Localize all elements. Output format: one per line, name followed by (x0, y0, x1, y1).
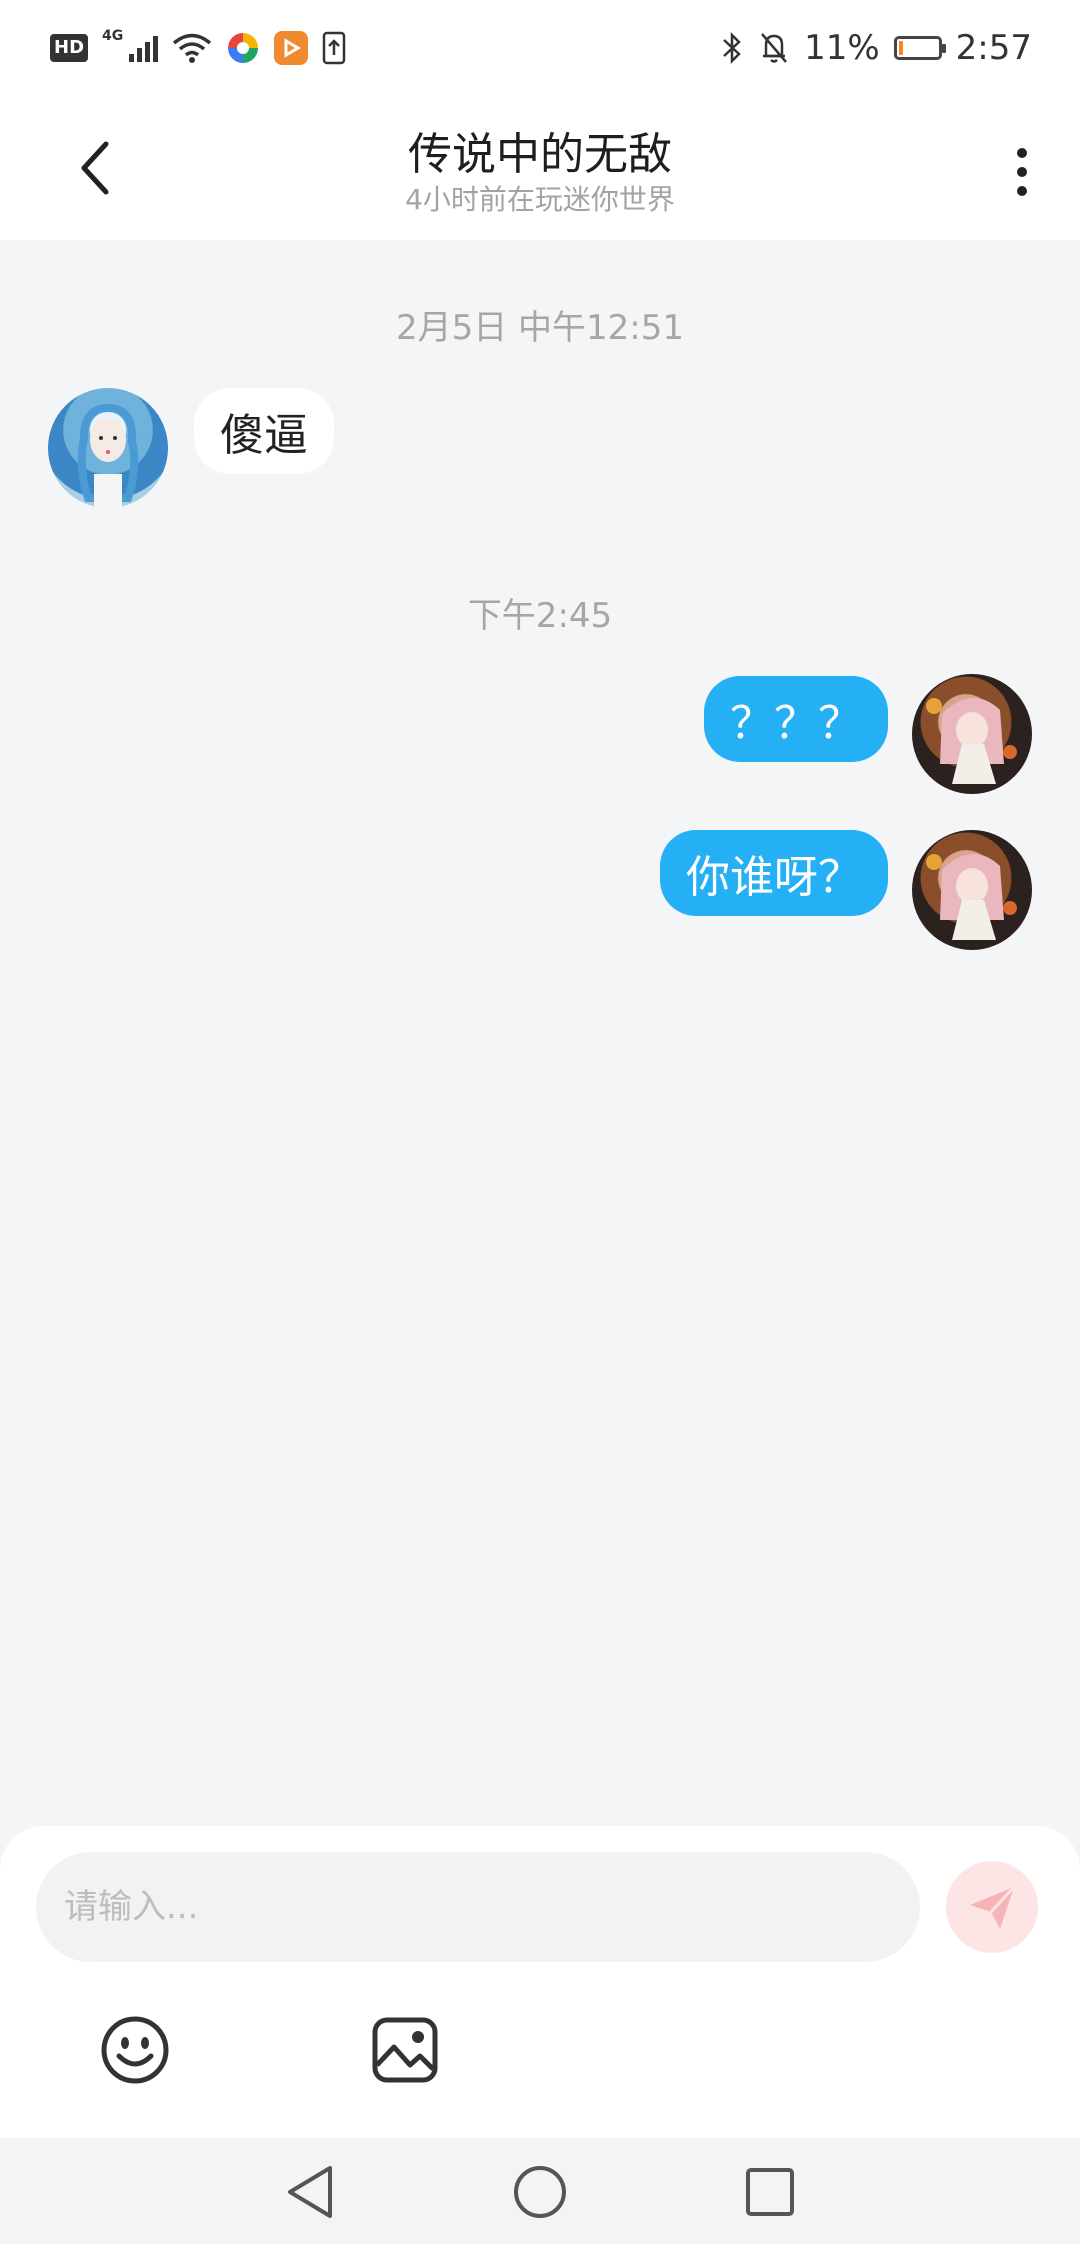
nav-recents-button[interactable] (742, 2164, 798, 2220)
bluetooth-icon (723, 31, 741, 65)
triangle-back-icon (288, 2166, 332, 2218)
wifi-icon (173, 33, 212, 63)
sim-upload-icon (323, 31, 346, 65)
orange-app-icon (274, 31, 309, 65)
user-avatar[interactable] (912, 830, 1032, 950)
status-time: 2:57 (955, 28, 1032, 68)
user-avatar[interactable] (912, 674, 1032, 794)
character-image (926, 697, 1017, 784)
battery-fill (898, 41, 903, 55)
image-button[interactable] (367, 2012, 443, 2088)
paper-plane-icon (970, 1885, 1016, 1929)
circle-home-icon (514, 2166, 566, 2218)
colorful-app-icon (228, 33, 259, 63)
system-navigation-bar (0, 2138, 1080, 2244)
hd-icon: HD (50, 34, 89, 62)
status-left: HD 4G (50, 28, 346, 68)
incoming-message-bubble[interactable]: 傻逼 (194, 388, 334, 474)
character-image (926, 853, 1017, 940)
contact-avatar[interactable] (48, 388, 168, 508)
bell-mute-icon (761, 33, 788, 63)
nav-home-button[interactable] (512, 2164, 568, 2220)
nav-back-button[interactable] (282, 2164, 338, 2220)
outgoing-message-bubble[interactable]: 你谁呀？ (660, 830, 888, 916)
network-type: 4G (102, 28, 124, 44)
square-recents-icon (746, 2168, 794, 2216)
message-composer (0, 1826, 1080, 2138)
battery-percent: 11% (804, 28, 880, 68)
chat-header: 传说中的无敌 4小时前在玩迷你世界 (0, 96, 1080, 240)
emoji-icon (101, 2016, 169, 2084)
more-dot-icon (1017, 148, 1027, 158)
page-subtitle: 4小时前在玩迷你世界 (405, 183, 675, 216)
more-options-button[interactable] (992, 136, 1052, 208)
portrait-image (77, 403, 139, 508)
more-dot-icon (1017, 186, 1027, 196)
send-button[interactable] (946, 1861, 1038, 1953)
emoji-button[interactable] (97, 2012, 173, 2088)
image-icon (372, 2017, 438, 2083)
timestamp-separator: 2月5日 中午12:51 (395, 308, 685, 348)
timestamp-separator: 下午2:45 (467, 596, 613, 636)
battery-icon (893, 36, 946, 60)
page-title: 传说中的无敌 (408, 129, 672, 180)
signal-icon (129, 34, 159, 62)
status-bar: HD 4G 11% 2:57 (0, 0, 1080, 96)
status-right: 11% 2:57 (720, 24, 1032, 72)
message-input[interactable] (36, 1852, 920, 1962)
more-dot-icon (1017, 167, 1027, 177)
outgoing-message-bubble[interactable]: ？？？ (704, 676, 888, 762)
